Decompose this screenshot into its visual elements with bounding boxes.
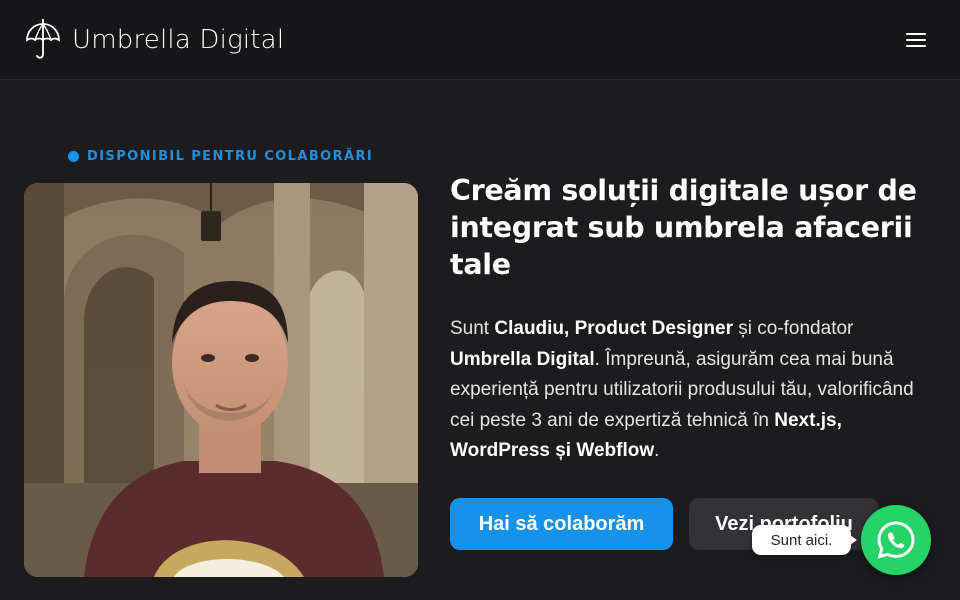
hero-intro: Sunt Claudiu, Product Designer și co-fon… (450, 318, 914, 461)
portrait-photo (24, 183, 418, 577)
whatsapp-icon (877, 521, 915, 559)
brand-name: Umbrella Digital (72, 25, 285, 55)
brand-logo-link[interactable]: Umbrella Digital (24, 18, 284, 62)
whatsapp-chat-button[interactable] (861, 505, 931, 575)
site-header: Umbrella Digital (0, 0, 960, 80)
status-dot-icon (68, 150, 79, 162)
portrait-illustration (24, 183, 418, 577)
collaborate-button[interactable]: Hai să colaborăm (450, 498, 673, 550)
status-label: DISPONIBIL PENTRU COLABORĂRI (87, 148, 374, 164)
umbrella-icon (26, 19, 60, 59)
availability-status: DISPONIBIL PENTRU COLABORĂRI (68, 147, 373, 165)
hamburger-menu-icon[interactable] (902, 26, 930, 54)
hero-headline: Creăm soluții digitale ușor de integrat … (450, 174, 917, 281)
chat-tooltip: Sunt aici. (752, 525, 857, 555)
